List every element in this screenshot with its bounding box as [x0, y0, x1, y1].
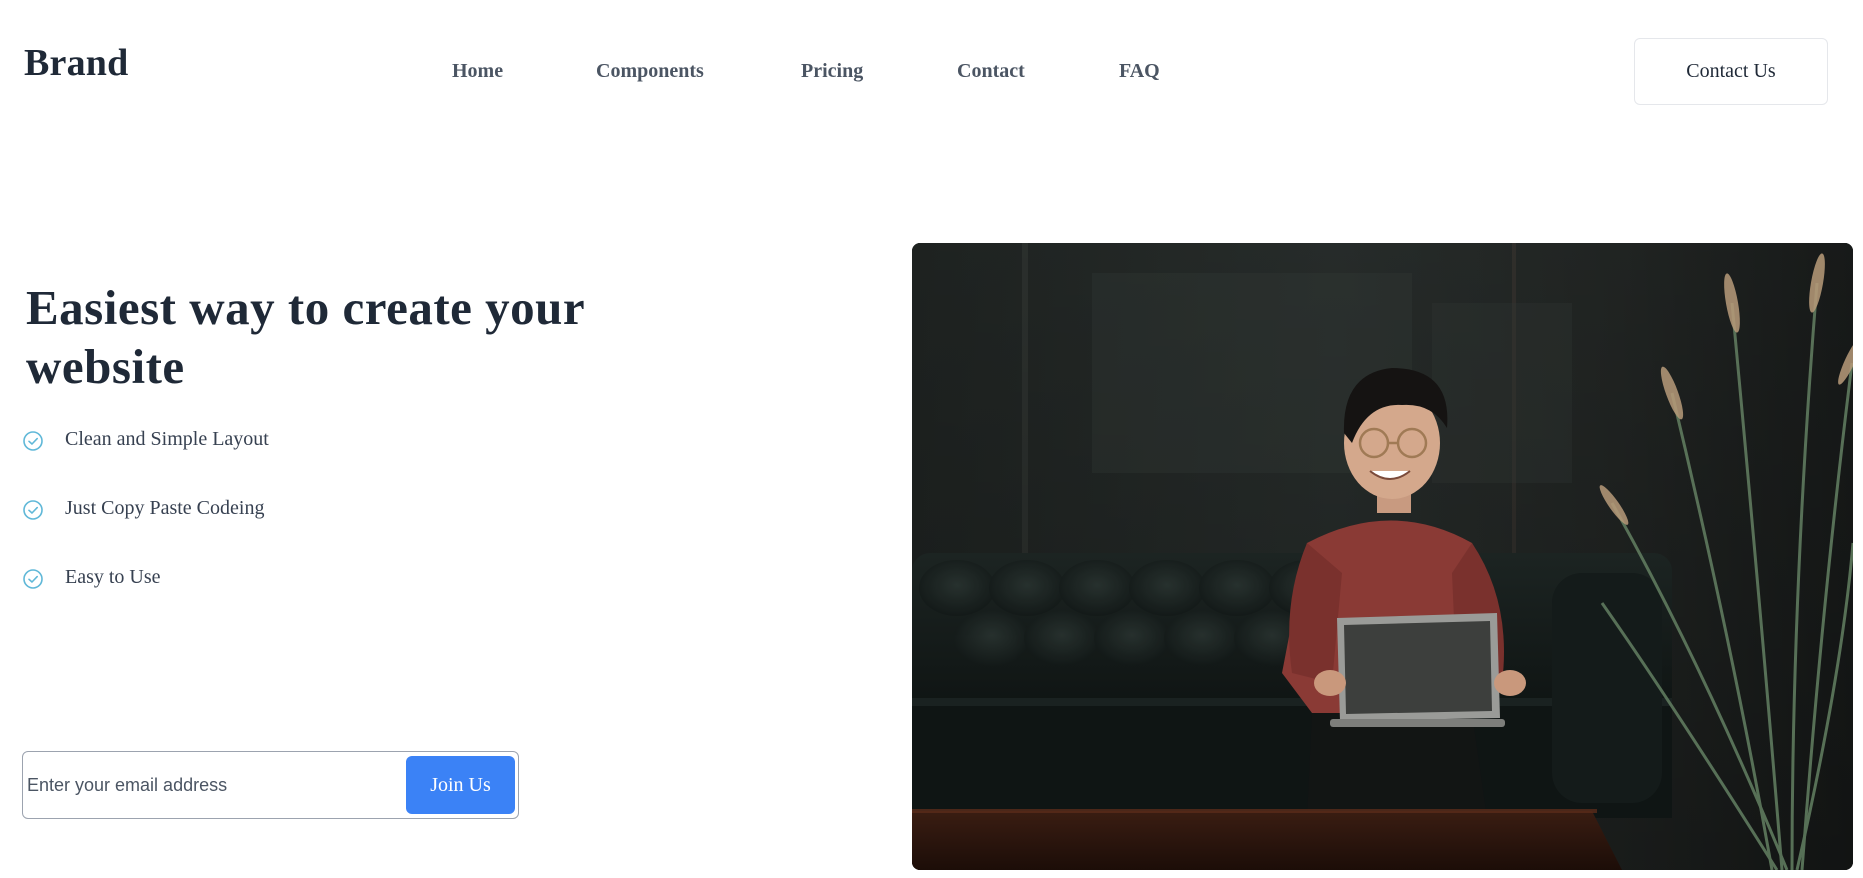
main-nav: Home Components Pricing Contact FAQ: [0, 56, 1863, 86]
contact-us-button[interactable]: Contact Us: [1634, 38, 1828, 105]
hero-photo-illustration: [912, 243, 1853, 870]
check-circle-icon: [23, 569, 43, 589]
nav-link-pricing[interactable]: Pricing: [801, 56, 863, 86]
feature-label: Just Copy Paste Codeing: [65, 497, 265, 519]
feature-list: Clean and Simple Layout Just Copy Paste …: [22, 420, 269, 627]
feature-label: Easy to Use: [65, 566, 161, 588]
nav-link-home[interactable]: Home: [452, 56, 503, 86]
email-input[interactable]: [25, 754, 405, 816]
navbar: Brand Home Components Pricing Contact FA…: [0, 0, 1863, 140]
join-us-button[interactable]: Join Us: [406, 756, 515, 814]
nav-link-faq[interactable]: FAQ: [1119, 56, 1160, 86]
nav-link-components[interactable]: Components: [596, 56, 704, 86]
feature-item: Just Copy Paste Codeing: [22, 489, 269, 558]
check-circle-icon: [23, 431, 43, 451]
check-circle-icon: [23, 500, 43, 520]
feature-item: Clean and Simple Layout: [22, 420, 269, 489]
nav-link-contact[interactable]: Contact: [957, 56, 1025, 86]
hero-title: Easiest way to create your website: [26, 280, 585, 394]
hero-image: [912, 243, 1853, 870]
feature-item: Easy to Use: [22, 558, 269, 627]
feature-label: Clean and Simple Layout: [65, 428, 269, 450]
signup-form: Join Us: [22, 751, 519, 819]
